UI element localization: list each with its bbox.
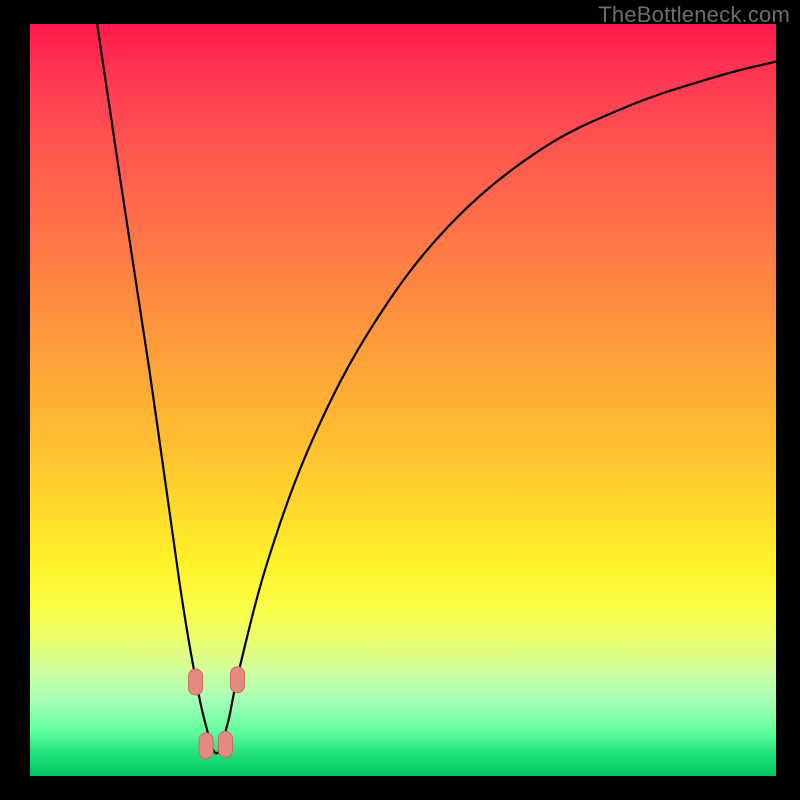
chart-frame: TheBottleneck.com [0, 0, 800, 800]
curve-marker [189, 669, 203, 695]
curve-marker [219, 731, 233, 757]
curve-path [97, 24, 776, 753]
marker-group [189, 667, 245, 759]
curve-marker [199, 733, 213, 759]
curve-marker [230, 667, 244, 693]
plot-area [30, 24, 776, 776]
bottleneck-curve [30, 24, 776, 776]
